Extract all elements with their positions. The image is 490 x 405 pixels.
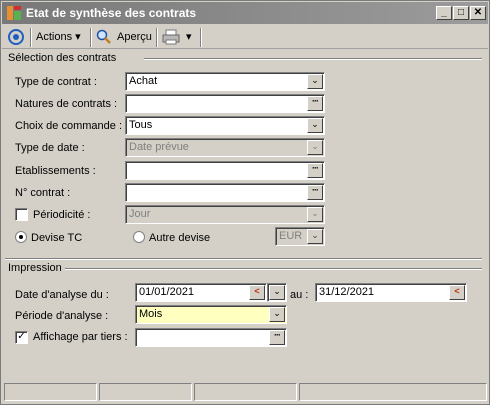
group-divider bbox=[65, 268, 482, 270]
date-from-value: 01/01/2021 bbox=[139, 286, 195, 298]
toolbar: Actions ▾ Aperçu ▾ bbox=[2, 25, 488, 49]
periodicite-value: Jour bbox=[129, 208, 151, 220]
actions-label: Actions bbox=[36, 31, 73, 43]
natures-field[interactable]: ··· bbox=[125, 94, 325, 113]
toolbar-separator bbox=[30, 28, 32, 47]
actions-caret-icon: ▾ bbox=[75, 31, 81, 43]
magnifier-icon bbox=[96, 29, 111, 44]
etablissements-label: Etablissements : bbox=[15, 165, 96, 177]
status-pane bbox=[4, 383, 97, 401]
num-contrat-label: N° contrat : bbox=[15, 187, 71, 199]
calendar-icon[interactable]: < bbox=[249, 285, 265, 300]
selection-group-title: Sélection des contrats bbox=[8, 52, 117, 64]
calendar-icon[interactable]: < bbox=[449, 285, 465, 300]
type-contrat-label: Type de contrat : bbox=[15, 76, 97, 88]
status-pane bbox=[99, 383, 192, 401]
devise-value: EUR bbox=[279, 230, 303, 242]
periode-value: Mois bbox=[139, 308, 163, 320]
chevron-down-icon[interactable]: ⌄ bbox=[269, 307, 285, 322]
au-label: au : bbox=[290, 289, 309, 301]
date-from-dropdown[interactable]: ⌄ bbox=[267, 283, 287, 302]
ellipsis-icon[interactable]: ··· bbox=[307, 185, 323, 200]
title-bar: Etat de synthèse des contrats _ □ ✕ bbox=[2, 2, 488, 24]
choix-commande-value: Tous bbox=[129, 119, 153, 131]
toolbar-separator bbox=[156, 28, 158, 47]
affichage-tiers-label: Affichage par tiers : bbox=[33, 331, 128, 343]
chevron-down-icon[interactable]: ⌄ bbox=[307, 118, 323, 133]
group-divider bbox=[144, 58, 482, 60]
ellipsis-icon[interactable]: ··· bbox=[307, 163, 323, 178]
affichage-tiers-checkbox[interactable]: ✓ bbox=[15, 331, 28, 344]
ellipsis-icon[interactable]: ··· bbox=[307, 96, 323, 111]
date-to-value: 31/12/2021 bbox=[319, 286, 375, 298]
natures-label: Natures de contrats : bbox=[15, 98, 118, 110]
window-title: Etat de synthèse des contrats bbox=[26, 6, 197, 20]
periodicite-label: Périodicité : bbox=[33, 209, 91, 221]
status-pane bbox=[194, 383, 297, 401]
maximize-button[interactable]: □ bbox=[453, 6, 469, 20]
devise-select[interactable]: EUR ⌄ bbox=[275, 227, 325, 246]
etablissements-field[interactable]: ··· bbox=[125, 161, 325, 180]
type-contrat-value: Achat bbox=[129, 75, 158, 87]
minimize-button[interactable]: _ bbox=[436, 6, 452, 20]
chevron-down-icon[interactable]: ⌄ bbox=[307, 229, 323, 244]
print-dropdown-icon[interactable]: ▾ bbox=[186, 28, 192, 46]
status-pane bbox=[299, 383, 487, 401]
type-date-select[interactable]: Date prévue ⌄ bbox=[125, 138, 325, 157]
chevron-down-icon[interactable]: ⌄ bbox=[307, 140, 323, 155]
periodicite-checkbox[interactable] bbox=[15, 208, 28, 221]
preview-button[interactable]: Aperçu bbox=[117, 28, 152, 46]
type-contrat-select[interactable]: Achat ⌄ bbox=[125, 72, 325, 91]
close-button[interactable]: ✕ bbox=[470, 6, 486, 20]
devise-tc-label: Devise TC bbox=[31, 232, 83, 244]
type-date-value: Date prévue bbox=[129, 141, 189, 153]
date-from-field[interactable]: 01/01/2021 < bbox=[135, 283, 267, 302]
ellipsis-icon[interactable]: ··· bbox=[269, 330, 285, 345]
app-icon bbox=[7, 6, 21, 20]
chevron-down-icon[interactable]: ⌄ bbox=[307, 207, 323, 222]
toolbar-separator bbox=[90, 28, 92, 47]
group-divider bbox=[5, 258, 482, 260]
choix-commande-select[interactable]: Tous ⌄ bbox=[125, 116, 325, 135]
autre-devise-label: Autre devise bbox=[149, 232, 211, 244]
impression-group-title: Impression bbox=[8, 262, 62, 274]
chevron-down-icon[interactable]: ⌄ bbox=[307, 74, 323, 89]
toolbar-separator bbox=[200, 28, 202, 47]
devise-tc-radio[interactable] bbox=[15, 231, 27, 243]
choix-commande-label: Choix de commande : bbox=[15, 120, 122, 132]
periodicite-select[interactable]: Jour ⌄ bbox=[125, 205, 325, 224]
type-date-label: Type de date : bbox=[15, 142, 85, 154]
date-to-field[interactable]: 31/12/2021 < bbox=[315, 283, 467, 302]
affichage-tiers-field[interactable]: ··· bbox=[135, 328, 287, 347]
num-contrat-field[interactable]: ··· bbox=[125, 183, 325, 202]
periode-label: Période d'analyse : bbox=[15, 310, 109, 322]
periode-select[interactable]: Mois ⌄ bbox=[135, 305, 287, 324]
chevron-down-icon[interactable]: ⌄ bbox=[269, 285, 285, 300]
autre-devise-radio[interactable] bbox=[133, 231, 145, 243]
report-window: Etat de synthèse des contrats _ □ ✕ Acti… bbox=[0, 0, 490, 405]
actions-menu[interactable]: Actions ▾ bbox=[36, 28, 81, 46]
printer-icon[interactable] bbox=[162, 28, 180, 46]
refresh-icon[interactable] bbox=[7, 28, 25, 46]
date-analyse-label: Date d'analyse du : bbox=[15, 289, 109, 301]
